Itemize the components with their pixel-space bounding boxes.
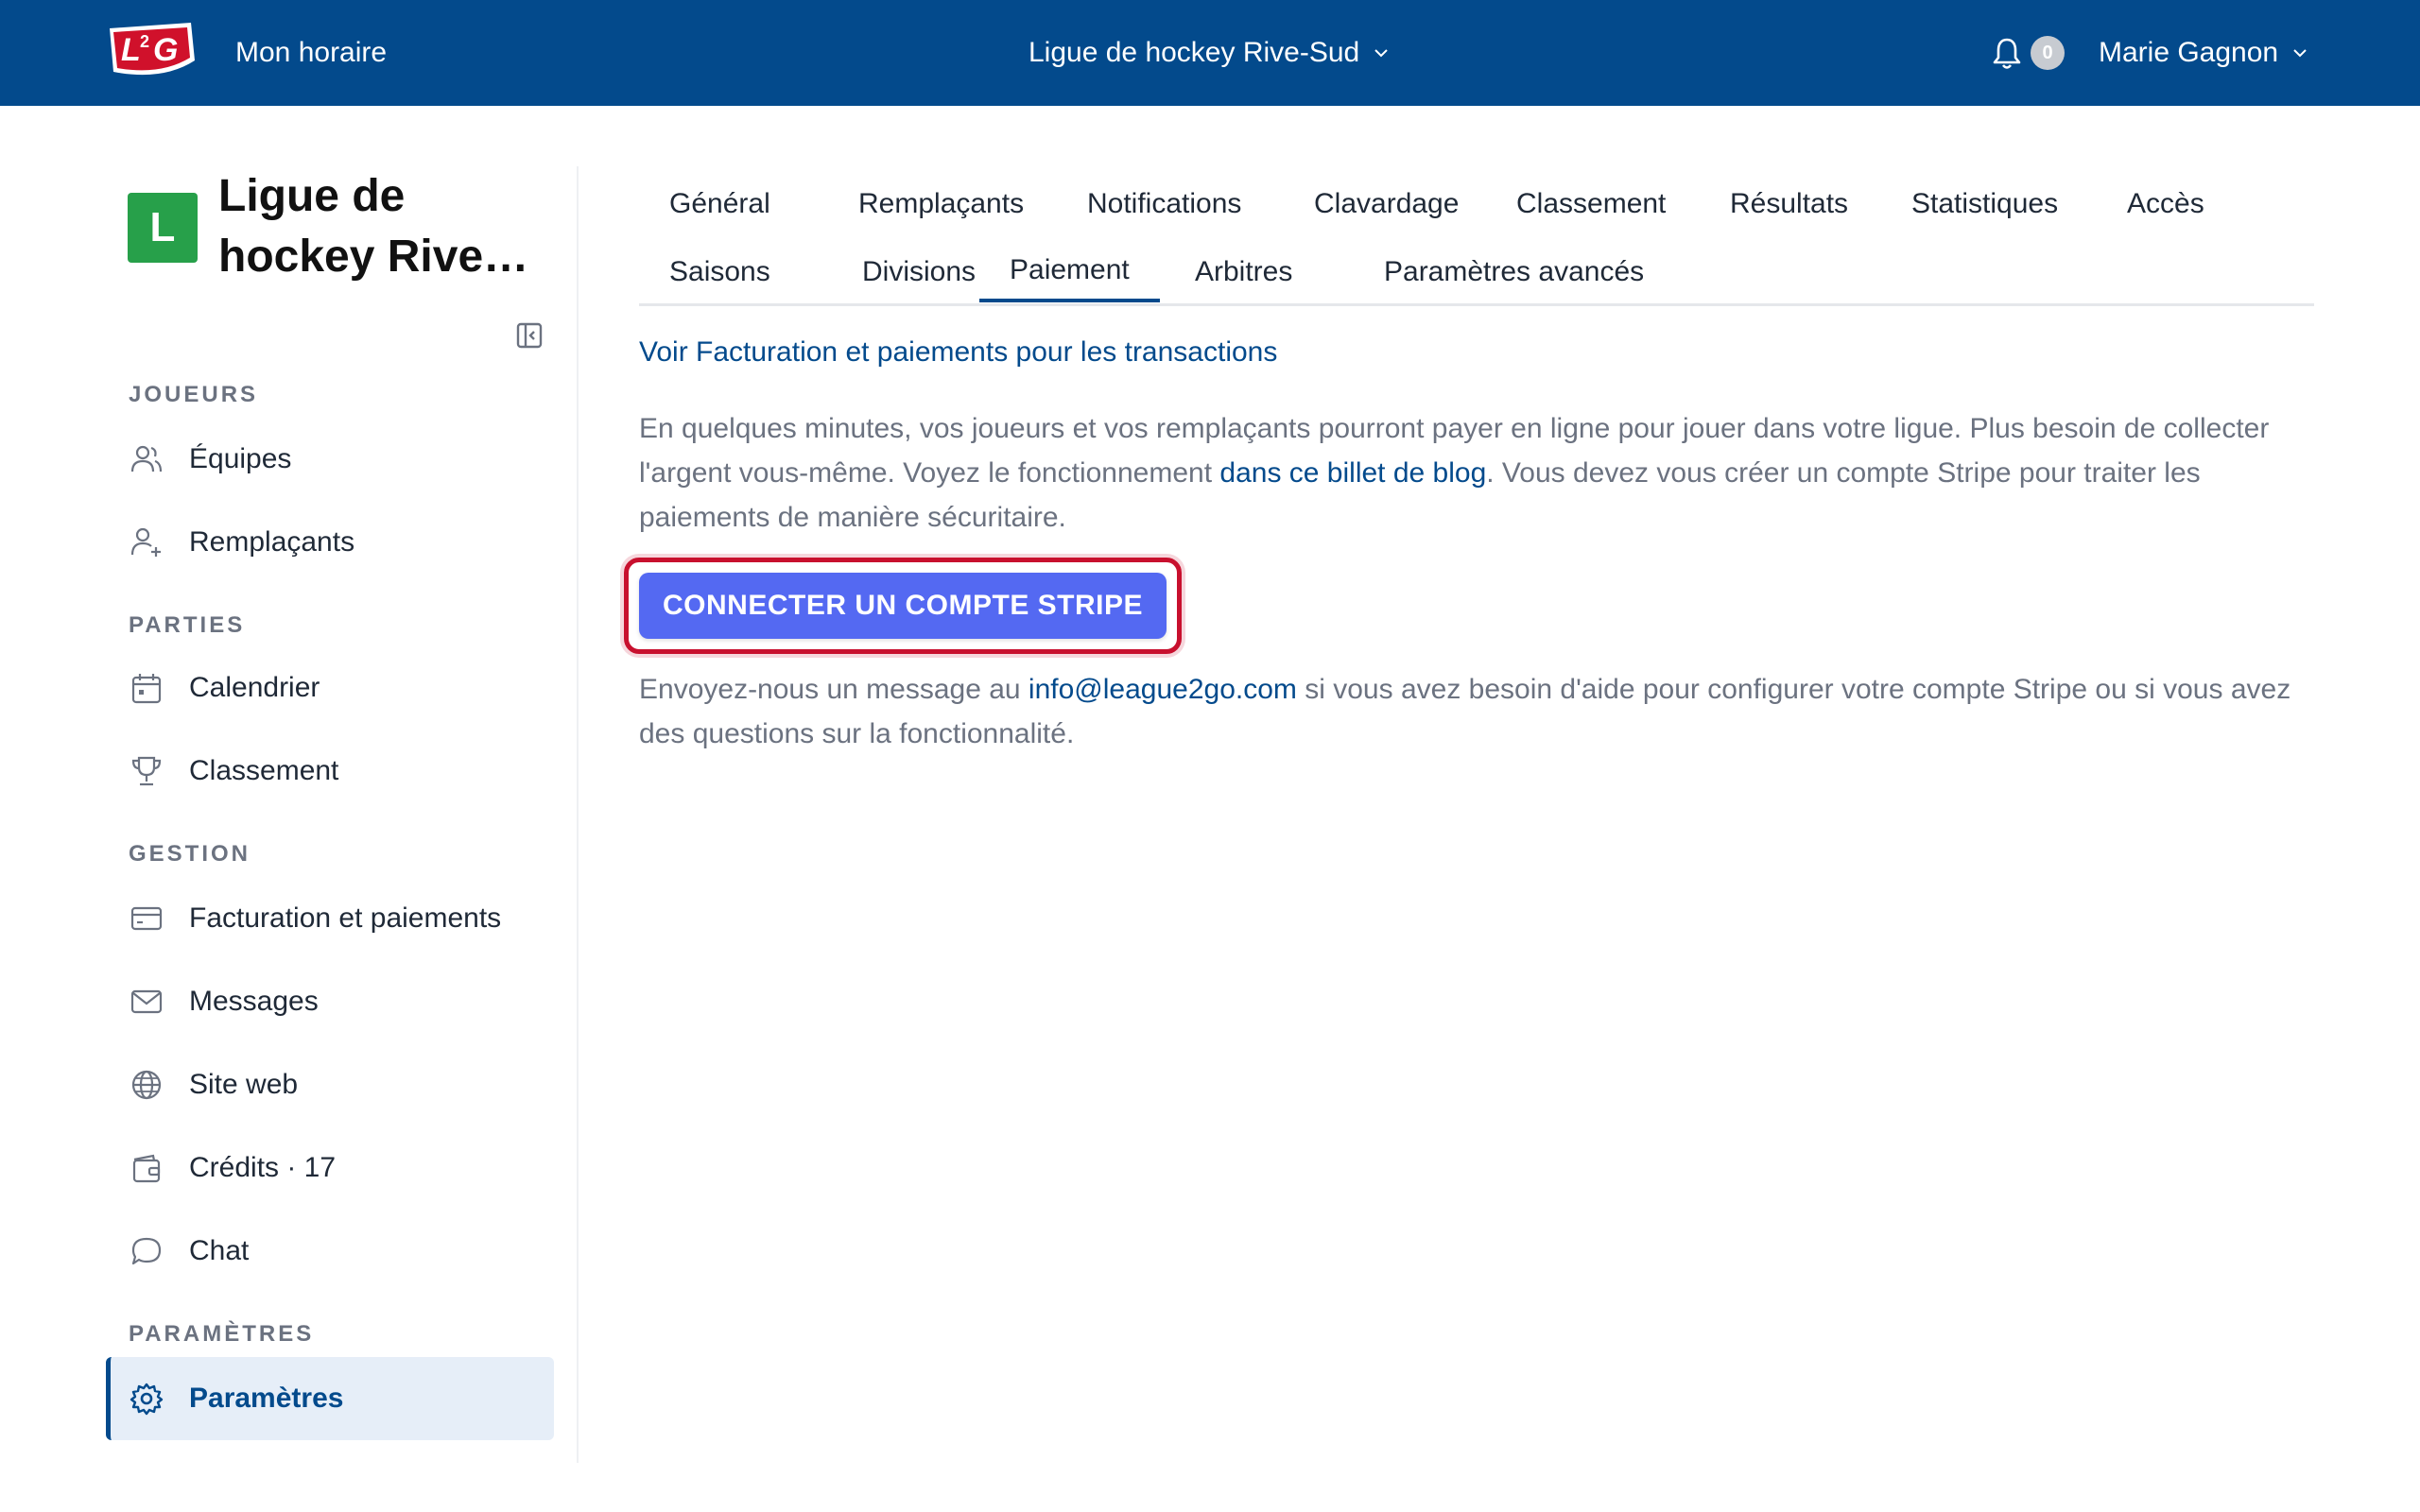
tab-substitutes[interactable]: Remplaçants [828,174,1054,234]
collapse-sidebar-button[interactable] [515,321,544,350]
my-schedule-link[interactable]: Mon horaire [235,0,387,106]
sidebar-item-label: Messages [189,986,319,1017]
notification-count-badge: 0 [2031,36,2065,70]
sidebar-item-settings[interactable]: Paramètres [106,1357,554,1440]
chevron-down-icon [1374,49,1388,58]
notifications-button[interactable]: 0 [1991,32,2065,74]
sidebar-item-chat[interactable]: Chat [129,1223,554,1280]
tab-advanced-settings[interactable]: Paramètres avancés [1354,242,1674,302]
league2go-logo[interactable]: L 2 G [106,19,199,83]
tab-results[interactable]: Résultats [1700,174,1878,234]
stripe-help-text: Envoyez-nous un message au info@league2g… [639,667,2322,756]
sidebar-item-teams[interactable]: Équipes [129,431,554,488]
chat-bubble-icon [131,1237,162,1265]
section-title-management: GESTION [129,841,251,867]
tab-chat[interactable]: Clavardage [1284,174,1489,234]
sidebar-item-label: Chat [189,1235,250,1266]
league-selector-label: Ligue de hockey Rive-Sud [1028,37,1360,68]
user-plus-icon [130,527,161,557]
sidebar-item-label: Paramètres [189,1383,344,1414]
blog-post-link[interactable]: dans ce billet de blog [1219,457,1486,489]
globe-icon [131,1070,162,1100]
sidebar-item-website[interactable]: Site web [129,1057,554,1113]
league-selector[interactable]: Ligue de hockey Rive-Sud [1028,0,1390,106]
credit-card-icon [130,906,163,931]
billing-transactions-link[interactable]: Voir Facturation et paiements pour les t… [639,336,1277,369]
top-bar: L 2 G Mon horaire Ligue de hockey Rive-S… [0,0,2420,106]
tab-referees[interactable]: Arbitres [1165,242,1322,302]
sidebar-item-label: Remplaçants [189,526,355,558]
sidebar-item-standings[interactable]: Classement [129,743,554,799]
tab-statistics[interactable]: Statistiques [1881,174,2088,234]
tab-standings[interactable]: Classement [1486,174,1696,234]
user-menu[interactable]: Marie Gagnon [2099,0,2308,106]
support-email-link[interactable]: info@league2go.com [1028,674,1297,705]
tab-notifications[interactable]: Notifications [1057,174,1271,234]
svg-text:G: G [153,32,178,68]
user-name: Marie Gagnon [2099,37,2279,68]
tab-access[interactable]: Accès [2097,174,2235,234]
gear-icon [130,1383,164,1416]
org-name: Ligue de hockey Rive-Sud [218,171,499,282]
svg-text:L: L [121,32,141,68]
sidebar-item-calendar[interactable]: Calendrier [129,660,554,716]
mail-icon [130,989,163,1014]
settings-tabs: Général Remplaçants Notifications Clavar… [639,166,2314,306]
section-title-games: PARTIES [129,612,246,638]
sidebar-item-label: Calendrier [189,672,320,703]
section-title-settings: PARAMÈTRES [129,1321,315,1347]
sidebar-item-label: Crédits · 17 [189,1152,337,1183]
sidebar-item-billing[interactable]: Facturation et paiements [129,890,554,947]
bell-icon [1993,38,2021,69]
help-text-part1: Envoyez-nous un message au [639,674,1028,705]
sidebar-item-label: Facturation et paiements [189,902,502,934]
sidebar-collapse-icon [516,322,543,349]
sidebar-item-label: Équipes [189,443,292,474]
sidebar-item-messages[interactable]: Messages [129,973,554,1030]
trophy-icon [131,756,162,786]
sidebar-item-label: Classement [189,755,339,786]
connect-stripe-button[interactable]: CONNECTER UN COMPTE STRIPE [639,573,1167,639]
wallet-icon [132,1154,161,1183]
sidebar-item-substitutes[interactable]: Remplaçants [129,514,554,571]
sidebar-item-label: Site web [189,1069,299,1100]
sidebar-divider [577,166,579,1463]
svg-text:2: 2 [140,32,149,51]
tab-seasons[interactable]: Saisons [639,242,801,302]
sidebar-item-credits[interactable]: Crédits · 17 [129,1140,554,1196]
tab-general[interactable]: Général [639,174,801,234]
stripe-intro-text: En quelques minutes, vos joueurs et vos … [639,406,2322,540]
chevron-down-icon [2293,49,2307,58]
org-avatar: L [128,193,198,263]
section-title-players: JOUEURS [129,382,259,407]
calendar-icon [131,674,162,704]
users-icon [130,445,163,472]
tab-payment[interactable]: Paiement [979,242,1160,302]
